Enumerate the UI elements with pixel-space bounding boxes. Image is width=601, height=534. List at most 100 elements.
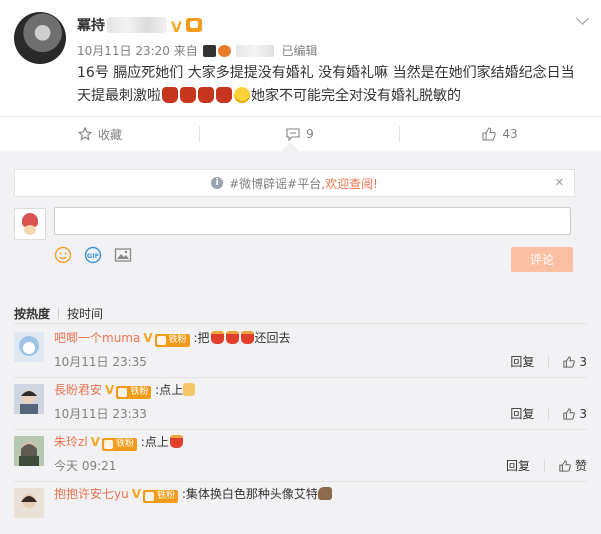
comment-time: 10月11日 23:35 (54, 355, 147, 369)
verified-icon: V (143, 331, 153, 345)
close-icon[interactable]: ✕ (555, 176, 564, 189)
emoji-icon (240, 331, 254, 344)
thumb-up-icon[interactable] (563, 407, 576, 420)
emoji-icon (225, 331, 239, 344)
comment-text: :点上 (155, 383, 184, 397)
image-icon[interactable] (114, 246, 132, 264)
comment-ops: 回复 3 (510, 353, 587, 370)
comment-text-tail: 还回去 (254, 331, 291, 345)
comment-ops: 回复 赞 (506, 457, 587, 474)
comment-button[interactable]: 9 (200, 117, 400, 151)
star-icon (77, 127, 92, 141)
comment-input[interactable] (54, 207, 571, 235)
comment-text: :把 (193, 331, 210, 345)
commenter-name[interactable]: 抱抱许安七yu (54, 487, 129, 501)
post-text-part2: 她家不可能完全对没有婚礼脱敏的 (251, 88, 461, 104)
commenter-avatar[interactable] (14, 488, 44, 518)
emoji-icon[interactable] (54, 246, 72, 264)
notice-text: #微博辟谣#平台, (229, 176, 326, 191)
comment-item: 抱抱许安七yu V 铁粉 :集体换白色那种头像艾特 (0, 482, 601, 534)
action-bar: 收藏 9 43 (0, 116, 601, 152)
comment-text: :集体换白色那种头像艾特 (181, 487, 318, 501)
horse-emoji-icon (317, 487, 332, 500)
post-date[interactable]: 10月11日 23:20 (77, 44, 170, 58)
source-icon (202, 45, 216, 57)
thumb-emoji-icon (183, 383, 196, 396)
comment-section: i #微博辟谣#平台, 欢迎查阅! ✕ GIF 评论 按热度 按时间 吧唧一个mum… (0, 151, 601, 518)
reply-button[interactable]: 回复 (510, 405, 534, 422)
tab-sort-time[interactable]: 按时间 (67, 307, 103, 321)
smile-emoji-icon (234, 87, 250, 103)
comment-item: 朱玲zl V 铁粉 :点上 今天 09:21 回复 赞 (0, 430, 601, 482)
comment-like-count: 3 (579, 354, 587, 369)
fan-badge: 铁粉 (101, 438, 137, 451)
tab-sort-hot[interactable]: 按热度 (14, 307, 50, 321)
verified-icon: V (105, 383, 115, 397)
commenter-name[interactable]: 長盼君安 (54, 383, 102, 397)
author-avatar[interactable] (14, 12, 66, 64)
verified-icon: V (90, 435, 100, 449)
post-text: 16号 膈应死她们 大家多提提没有婚礼 没有婚礼嘛 当然是在她们家结婚纪念日当天… (77, 62, 582, 108)
author-line: 冪持 V (77, 15, 202, 35)
comment-like-count: 赞 (574, 459, 587, 473)
thumb-up-icon[interactable] (559, 459, 571, 472)
member-level-icon (186, 18, 202, 32)
reply-button[interactable]: 回复 (506, 457, 530, 474)
comment-time: 10月11日 23:33 (54, 407, 147, 421)
fan-badge: 铁粉 (143, 490, 179, 503)
comment-line: 抱抱许安七yu V 铁粉 :集体换白色那种头像艾特 (54, 485, 332, 503)
notice-link[interactable]: 欢迎查阅! (325, 175, 378, 192)
emoji-icon (210, 331, 224, 344)
reply-button[interactable]: 回复 (510, 353, 534, 370)
comment-line: 吧唧一个muma V 铁粉 :把 还回去 (54, 329, 291, 347)
favorite-button[interactable]: 收藏 (0, 117, 200, 151)
commenter-avatar[interactable] (14, 436, 44, 466)
more-chevron-icon[interactable] (576, 12, 589, 25)
comment-item: 吧唧一个muma V 铁粉 :把 还回去 10月11日 23:35 回复 3 (0, 326, 601, 378)
favorite-label: 收藏 (97, 127, 122, 142)
svg-text:GIF: GIF (87, 252, 99, 260)
rumor-notice: i #微博辟谣#平台, 欢迎查阅! ✕ (14, 169, 575, 197)
weibo-post-card: 冪持 V 10月11日 23:20 来自 已编辑 16号 膈应死她们 大家多提提没… (0, 0, 601, 518)
emoji-icon (180, 87, 196, 103)
source-prefix: 来自 (173, 44, 198, 58)
verified-icon: V (131, 487, 142, 501)
fan-badge: 铁粉 (116, 386, 152, 399)
commenter-avatar[interactable] (14, 332, 44, 362)
my-avatar (14, 208, 46, 240)
comment-like-count: 3 (579, 406, 587, 421)
emoji-icon (198, 87, 214, 103)
verified-icon: V (171, 20, 182, 36)
comment-item: 長盼君安 V 铁粉 :点上 10月11日 23:33 回复 3 (0, 378, 601, 430)
like-count: 43 (502, 127, 518, 141)
submit-comment-button[interactable]: 评论 (511, 247, 573, 272)
author-name[interactable]: 冪持 (77, 18, 105, 34)
info-icon: i (211, 177, 224, 189)
divider (14, 323, 587, 324)
comment-count: 9 (306, 127, 314, 141)
comment-line: 朱玲zl V 铁粉 :点上 (54, 433, 184, 451)
like-button[interactable]: 43 (400, 117, 600, 151)
comment-text: :点上 (140, 435, 169, 449)
comment-line: 長盼君安 V 铁粉 :点上 (54, 381, 196, 399)
redacted-source (235, 45, 274, 57)
emoji-icon (169, 435, 183, 448)
sort-tabs: 按热度 按时间 (14, 305, 103, 322)
thumb-up-icon (482, 127, 497, 141)
commenter-avatar[interactable] (14, 384, 44, 414)
commenter-name[interactable]: 朱玲zl (54, 435, 88, 449)
post-meta: 10月11日 23:20 来自 已编辑 (77, 42, 317, 59)
fan-badge: 铁粉 (154, 334, 190, 347)
comment-ops: 回复 3 (510, 405, 587, 422)
comment-icon (286, 127, 300, 141)
edited-label[interactable]: 已编辑 (281, 44, 317, 58)
redacted-name (107, 17, 167, 33)
commenter-name[interactable]: 吧唧一个muma (54, 331, 140, 345)
fox-icon (217, 45, 231, 57)
emoji-icon (162, 87, 178, 103)
gif-icon[interactable]: GIF (84, 246, 102, 264)
thumb-up-icon[interactable] (563, 355, 576, 368)
comment-time: 今天 09:21 (54, 459, 117, 473)
composer-tools: GIF (54, 246, 132, 264)
emoji-icon (216, 87, 232, 103)
